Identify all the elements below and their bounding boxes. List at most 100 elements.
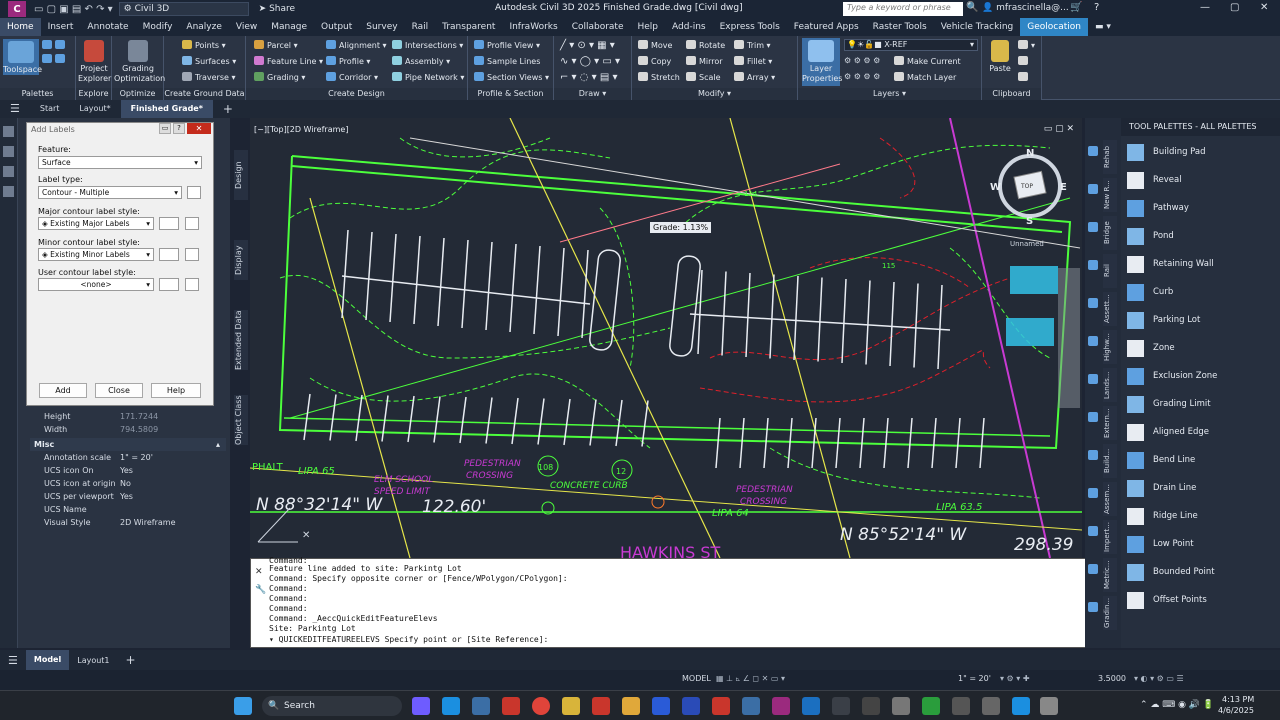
style-pick-icon[interactable] xyxy=(185,217,199,230)
palette-icons-2[interactable] xyxy=(42,54,68,64)
prop-row[interactable]: Visual Style 2D Wireframe xyxy=(30,518,226,530)
palette-tab[interactable]: Build... xyxy=(1103,444,1117,478)
palette-item[interactable]: Pond xyxy=(1127,226,1174,246)
tab-model[interactable]: Model xyxy=(25,650,70,670)
copy-clip-icon[interactable]: ▾ xyxy=(1018,40,1035,50)
tab-annotate[interactable]: Annotate xyxy=(80,18,135,36)
status-icons-mid[interactable]: ▾ ⚙ ▾ ✚ xyxy=(1000,674,1030,683)
palette-tab-icon[interactable] xyxy=(1088,260,1098,270)
browse-icon[interactable] xyxy=(187,186,201,199)
app-icon-2[interactable] xyxy=(562,697,580,715)
hamburger-icon[interactable]: ☰ xyxy=(0,654,26,667)
design-label[interactable]: Create Design xyxy=(246,88,467,100)
palette-tab[interactable]: Metric... xyxy=(1103,558,1117,592)
ribbon-toggle-icon[interactable]: ▬ ▾ xyxy=(1088,18,1118,36)
palette-item[interactable]: Retaining Wall xyxy=(1127,254,1214,274)
settings-icon[interactable] xyxy=(1040,697,1058,715)
tab-home[interactable]: Home xyxy=(0,18,41,36)
draw-label[interactable]: Draw ▾ xyxy=(554,88,631,100)
palette-tab-icon[interactable] xyxy=(1088,336,1098,346)
app-icon-4[interactable] xyxy=(682,697,700,715)
viewport-label[interactable]: [−][Top][2D Wireframe] xyxy=(254,125,348,134)
layer-tool-icons[interactable]: ⚙ ⚙ ⚙ ⚙ xyxy=(844,56,880,65)
tab-output[interactable]: Output xyxy=(314,18,359,36)
tab-extended-data[interactable]: Extended Data xyxy=(234,310,248,370)
intersections-button[interactable]: Intersections ▾ xyxy=(392,40,463,50)
palette-item[interactable]: Pathway xyxy=(1127,198,1189,218)
label-type-select[interactable]: Contour - Multiple ▾ xyxy=(38,186,182,199)
help-button[interactable]: Help xyxy=(151,383,201,398)
palette-item[interactable]: Parking Lot xyxy=(1127,310,1200,330)
close-button[interactable]: Close xyxy=(95,383,143,398)
tab-raster-tools[interactable]: Raster Tools xyxy=(866,18,934,36)
style-pick-icon[interactable] xyxy=(185,278,199,291)
tab-survey[interactable]: Survey xyxy=(359,18,404,36)
arc-tools[interactable]: ∿ ▾ ◯ ▾ ▭ ▾ xyxy=(560,56,620,67)
app-icon-1[interactable] xyxy=(502,697,520,715)
unnamed-ucs[interactable]: Unnamed xyxy=(1010,240,1044,248)
palette-tab[interactable]: Rail xyxy=(1103,254,1117,288)
tab-featured-apps[interactable]: Featured Apps xyxy=(787,18,866,36)
hamburger-icon[interactable]: ☰ xyxy=(0,100,30,118)
minor-style-select[interactable]: ◈ Existing Minor Labels ▾ xyxy=(38,248,154,261)
make-current-button[interactable]: Make Current xyxy=(894,56,961,66)
prop-row[interactable]: UCS icon at origin No xyxy=(30,479,226,491)
tab-transparent[interactable]: Transparent xyxy=(435,18,502,36)
tab-finished-grade[interactable]: Finished Grade* xyxy=(120,100,213,118)
folder-icon[interactable] xyxy=(622,697,640,715)
annotation-scale[interactable]: 1" = 20' xyxy=(958,674,991,683)
prop-icon-3[interactable] xyxy=(3,166,14,177)
tab-add-ins[interactable]: Add-ins xyxy=(665,18,713,36)
store-icon[interactable] xyxy=(472,697,490,715)
viewport-controls[interactable]: ▭ ▢ ✕ xyxy=(1044,124,1074,134)
array-button[interactable]: Array ▾ xyxy=(734,72,775,82)
quick-access-toolbar[interactable]: ▭ ▢ ▣ ▤ ↶ ↷ ▾ xyxy=(34,4,113,15)
palette-tab[interactable]: Lands... xyxy=(1103,368,1117,402)
xbox-icon[interactable] xyxy=(922,697,940,715)
help-icon[interactable]: ? xyxy=(1094,2,1099,13)
workspace-selector[interactable]: ⚙ Civil 3D xyxy=(118,2,249,16)
app-icon-7[interactable] xyxy=(832,697,850,715)
palette-tab-icon[interactable] xyxy=(1088,374,1098,384)
project-explorer-button[interactable]: Project Explorer xyxy=(78,40,111,84)
cart-icon[interactable]: 🛒 xyxy=(1070,2,1082,13)
clock-time[interactable]: 4:13 PM xyxy=(1222,695,1254,704)
tab-display[interactable]: Display xyxy=(234,240,248,280)
palette-item[interactable]: Drain Line xyxy=(1127,478,1196,498)
profile-view-button[interactable]: Profile View ▾ xyxy=(474,40,540,50)
layer-tool-icons-2[interactable]: ⚙ ⚙ ⚙ ⚙ xyxy=(844,72,880,81)
command-close-icon[interactable]: ✕ xyxy=(255,567,263,577)
grading-optimization-button[interactable]: Grading Optimization xyxy=(114,40,165,84)
prop-row[interactable]: Annotation scale 1" = 20' xyxy=(30,453,226,465)
palette-item[interactable]: Bounded Point xyxy=(1127,562,1215,582)
app-logo[interactable]: C xyxy=(8,1,26,17)
pipe-network-button[interactable]: Pipe Network ▾ xyxy=(392,72,464,82)
app-icon-8[interactable] xyxy=(862,697,880,715)
tab-rail[interactable]: Rail xyxy=(405,18,436,36)
drawing-viewport[interactable]: N S E W TOP Unnamed PHALT LIPA 65 N 88°3… xyxy=(250,118,1082,558)
palette-tab-icon[interactable] xyxy=(1088,488,1098,498)
section-views-button[interactable]: Section Views ▾ xyxy=(474,72,549,82)
feature-select[interactable]: Surface ▾ xyxy=(38,156,202,169)
prop-row[interactable]: UCS icon On Yes xyxy=(30,466,226,478)
search-icon[interactable]: 🔍 xyxy=(966,2,978,13)
prop-icon-4[interactable] xyxy=(3,186,14,197)
tab-layout1[interactable]: Layout1 xyxy=(69,656,117,665)
palette-tab[interactable]: Assett... xyxy=(1103,292,1117,326)
toolspace-button[interactable]: Toolspace xyxy=(3,39,42,75)
fillet-button[interactable]: Fillet ▾ xyxy=(734,56,772,66)
taskbar-search[interactable]: 🔍 Search xyxy=(262,696,402,716)
palette-item[interactable]: Grading Limit xyxy=(1127,394,1211,414)
style-edit-icon[interactable] xyxy=(159,278,179,291)
palette-item[interactable]: Exclusion Zone xyxy=(1127,366,1217,386)
points-button[interactable]: Points ▾ xyxy=(182,40,226,50)
tab-layout[interactable]: Layout* xyxy=(69,100,120,118)
rotate-button[interactable]: Rotate xyxy=(686,40,725,50)
palette-tab-icon[interactable] xyxy=(1088,222,1098,232)
tab-analyze[interactable]: Analyze xyxy=(179,18,228,36)
app-icon-10[interactable] xyxy=(952,697,970,715)
clock-date[interactable]: 4/6/2025 xyxy=(1218,706,1254,715)
precision-value[interactable]: 3.5000 xyxy=(1098,674,1126,683)
stretch-button[interactable]: Stretch xyxy=(638,72,680,82)
palette-item[interactable]: Bend Line xyxy=(1127,450,1195,470)
